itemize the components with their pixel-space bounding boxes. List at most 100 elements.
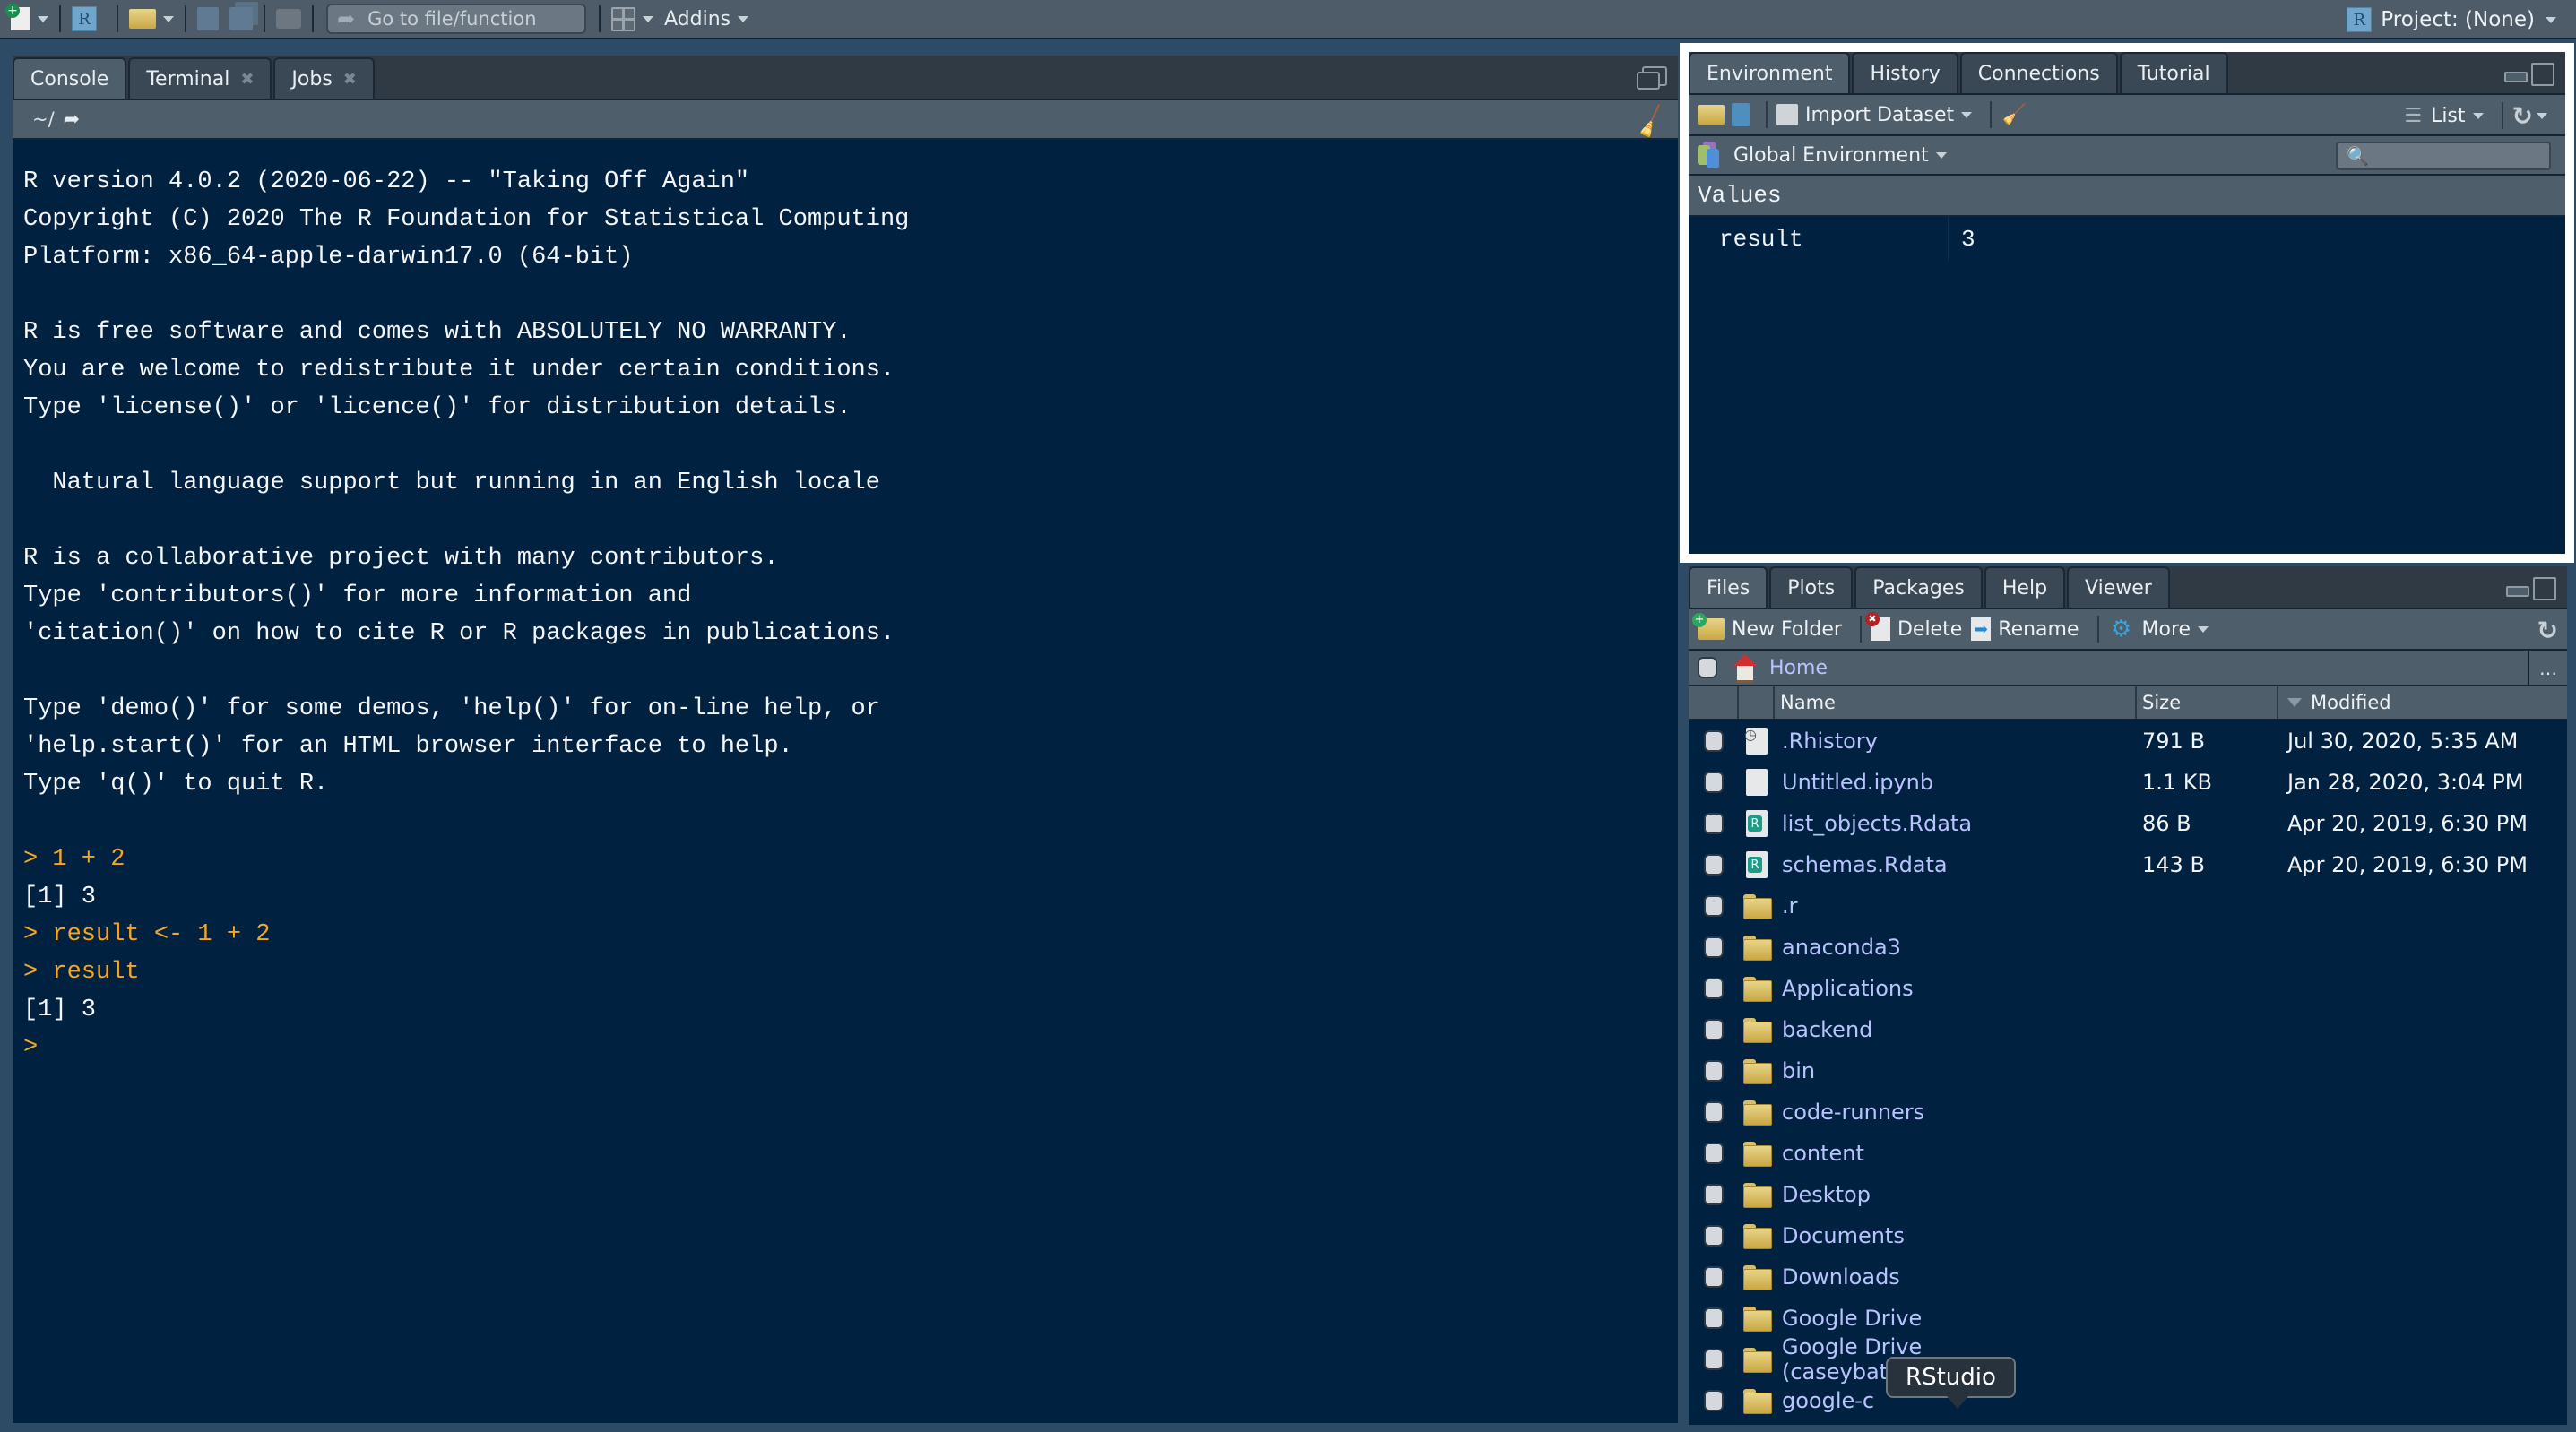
delete-button[interactable]: ✖ Delete <box>1864 612 1962 641</box>
file-row[interactable]: Google Drive <box>1689 1298 2567 1339</box>
file-name[interactable]: Untitled.ipynb <box>1775 762 2137 803</box>
tab-help[interactable]: Help <box>1984 566 2066 608</box>
file-checkbox[interactable] <box>1704 1019 1724 1040</box>
console-output[interactable]: R version 4.0.2 (2020-06-22) -- "Taking … <box>13 140 1678 1423</box>
tab-packages[interactable]: Packages <box>1854 566 1983 608</box>
file-checkbox[interactable] <box>1704 730 1724 752</box>
restore-pane-icon[interactable] <box>1637 66 1667 90</box>
header-size[interactable]: Size <box>2137 686 2278 719</box>
file-name[interactable]: code-runners <box>1775 1091 2137 1133</box>
refresh-icon[interactable]: ↻ <box>2537 616 2558 645</box>
file-name[interactable]: list_objects.Rdata <box>1775 803 2137 844</box>
file-checkbox[interactable] <box>1704 1307 1724 1329</box>
save-workspace-icon[interactable] <box>1732 103 1750 126</box>
file-row[interactable]: .Rhistory791 B Jul 30, 2020, 5:35 AM <box>1689 720 2567 762</box>
file-checkbox[interactable] <box>1704 1390 1724 1411</box>
header-modified[interactable]: Modified <box>2278 686 2567 719</box>
tab-environment[interactable]: Environment <box>1689 52 1851 93</box>
maximize-pane-icon[interactable] <box>2533 577 2556 600</box>
tab-tutorial[interactable]: Tutorial <box>2119 52 2228 93</box>
file-name[interactable]: .Rhistory <box>1775 720 2137 762</box>
rename-button[interactable]: ➡ Rename <box>1971 617 2079 641</box>
minimize-pane-icon[interactable] <box>2506 586 2529 597</box>
file-name[interactable]: Desktop <box>1775 1174 2137 1215</box>
home-icon[interactable] <box>1732 654 1759 683</box>
file-checkbox[interactable] <box>1704 1184 1724 1205</box>
file-row[interactable]: anaconda3 <box>1689 927 2567 968</box>
file-name[interactable]: Documents <box>1775 1215 2137 1256</box>
file-checkbox[interactable] <box>1704 978 1724 999</box>
go-to-directory-icon[interactable]: ➦ <box>64 108 80 131</box>
maximize-pane-icon[interactable] <box>2531 63 2554 86</box>
environment-value-row[interactable]: result 3 <box>1689 217 2565 262</box>
file-name[interactable]: schemas.Rdata <box>1775 844 2137 885</box>
print-button[interactable] <box>271 1 307 37</box>
file-checkbox[interactable] <box>1704 936 1724 958</box>
file-name[interactable]: Downloads <box>1775 1256 2137 1298</box>
refresh-button[interactable]: ↻ <box>2512 101 2547 131</box>
broom-icon[interactable]: 🧹 <box>2001 101 2027 128</box>
file-row[interactable]: Downloads <box>1689 1256 2567 1298</box>
file-row[interactable]: Untitled.ipynb 1.1 KB Jan 28, 2020, 3:04 P… <box>1689 762 2567 803</box>
pane-layout-button[interactable] <box>606 1 659 37</box>
file-row[interactable]: list_objects.Rdata86 B Apr 20, 2019, 6:30… <box>1689 803 2567 844</box>
new-project-button[interactable]: R <box>66 1 111 37</box>
new-folder-button[interactable]: + New Folder <box>1692 613 1842 641</box>
file-checkbox[interactable] <box>1704 1225 1724 1247</box>
tab-connections[interactable]: Connections <box>1959 52 2118 93</box>
tab-console[interactable]: Console <box>13 57 127 99</box>
file-checkbox[interactable] <box>1704 1143 1724 1164</box>
tab-files[interactable]: Files <box>1689 566 1768 608</box>
file-checkbox[interactable] <box>1704 895 1724 917</box>
tab-terminal[interactable]: Terminal ✖ <box>128 57 272 99</box>
breadcrumb-home[interactable]: Home <box>1769 657 1828 679</box>
file-checkbox[interactable] <box>1704 854 1724 876</box>
file-row[interactable]: backend <box>1689 1009 2567 1050</box>
close-icon[interactable]: ✖ <box>343 70 357 89</box>
file-row[interactable]: bin <box>1689 1050 2567 1091</box>
file-row[interactable]: Documents <box>1689 1215 2567 1256</box>
header-name[interactable]: Name <box>1775 686 2137 719</box>
goto-file-function-input[interactable]: ➦ Go to file/function <box>326 4 586 34</box>
file-row[interactable]: google-c <box>1689 1380 2567 1421</box>
file-name[interactable]: anaconda3 <box>1775 927 2137 968</box>
new-file-button[interactable]: + <box>5 1 54 37</box>
addins-menu[interactable]: Addins <box>659 1 754 37</box>
file-checkbox[interactable] <box>1704 772 1724 793</box>
file-name[interactable]: Google Drive <box>1775 1298 2137 1339</box>
file-name[interactable]: content <box>1775 1133 2137 1174</box>
file-name[interactable]: bin <box>1775 1050 2137 1091</box>
file-name[interactable]: Applications <box>1775 968 2137 1009</box>
file-checkbox[interactable] <box>1704 1101 1724 1123</box>
file-row[interactable]: content <box>1689 1133 2567 1174</box>
more-menu[interactable]: ⚙ More <box>2108 616 2209 643</box>
file-name[interactable]: .r <box>1775 885 2137 927</box>
view-mode-dropdown[interactable]: ☰ List <box>2404 105 2484 127</box>
file-row[interactable]: Desktop <box>1689 1174 2567 1215</box>
close-icon[interactable]: ✖ <box>240 70 254 89</box>
file-checkbox[interactable] <box>1704 1349 1724 1370</box>
file-checkbox[interactable] <box>1704 813 1724 834</box>
tab-plots[interactable]: Plots <box>1769 566 1854 608</box>
file-row[interactable]: schemas.Rdata143 B Apr 20, 2019, 6:30 PM <box>1689 844 2567 885</box>
file-row[interactable]: code-runners <box>1689 1091 2567 1133</box>
tab-jobs[interactable]: Jobs ✖ <box>273 57 375 99</box>
open-file-button[interactable] <box>124 1 179 37</box>
tab-viewer[interactable]: Viewer <box>2067 566 2170 608</box>
minimize-pane-icon[interactable] <box>2504 72 2528 82</box>
clear-console-icon[interactable]: 🧹 <box>1632 103 1672 142</box>
file-row[interactable]: Google Drive (caseybates@gmai... <box>1689 1334 2567 1385</box>
environment-search-input[interactable]: 🔍 <box>2336 142 2551 170</box>
import-dataset-button[interactable]: Import Dataset <box>1776 104 1973 126</box>
save-all-button[interactable] <box>224 1 258 37</box>
tab-history[interactable]: History <box>1852 52 1958 93</box>
project-menu[interactable]: R Project: (None) <box>2347 4 2556 36</box>
load-workspace-icon[interactable] <box>1698 105 1725 125</box>
file-checkbox[interactable] <box>1704 1266 1724 1288</box>
save-button[interactable] <box>192 1 224 37</box>
file-row[interactable]: Applications <box>1689 968 2567 1009</box>
select-all-checkbox[interactable] <box>1698 657 1717 678</box>
file-name[interactable]: backend <box>1775 1009 2137 1050</box>
file-checkbox[interactable] <box>1704 1060 1724 1082</box>
environment-dropdown[interactable]: Global Environment <box>1698 142 1947 168</box>
